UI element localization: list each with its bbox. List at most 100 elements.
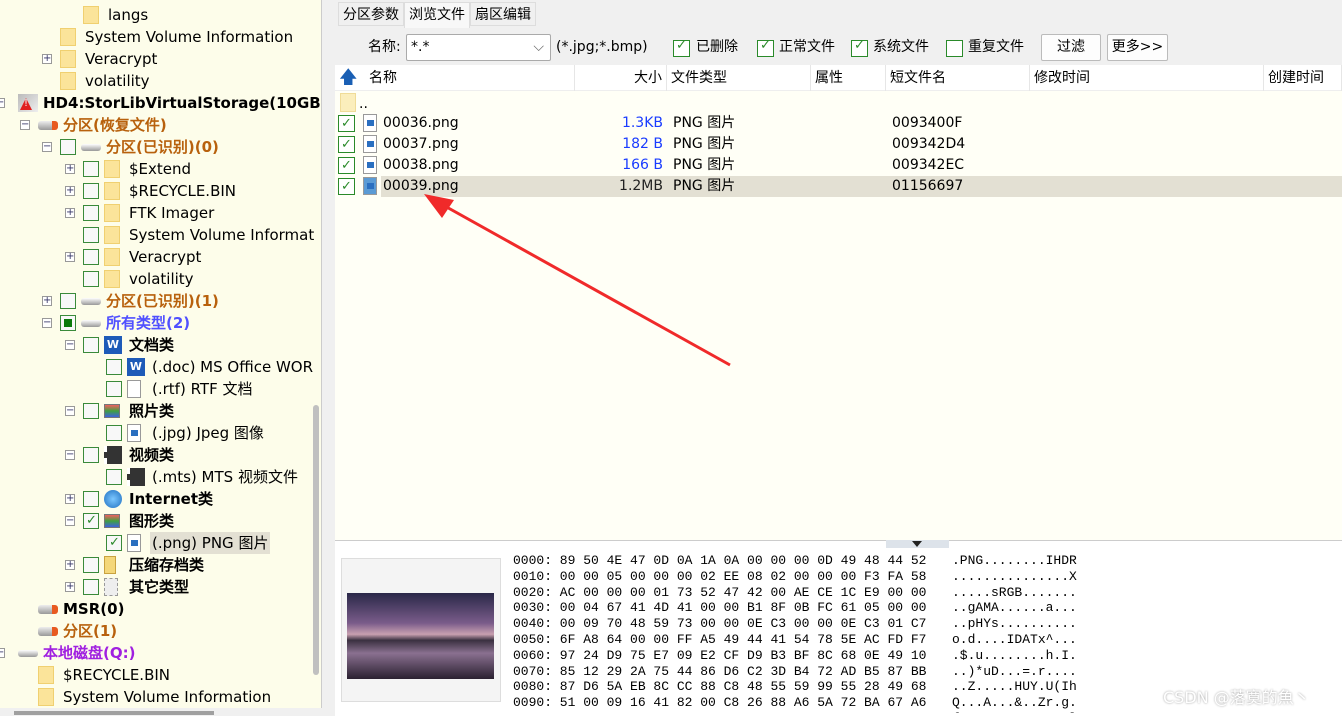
collapse-icon[interactable]: − bbox=[20, 120, 30, 130]
tree-item[interactable]: − W 文档类 bbox=[0, 334, 321, 356]
expand-icon[interactable]: + bbox=[42, 54, 52, 64]
file-row[interactable]: 00036.png 1.3KB PNG 图片 0093400F bbox=[335, 113, 1342, 134]
chevron-down-icon[interactable]: ⌵ bbox=[533, 35, 544, 60]
expand-icon[interactable]: + bbox=[65, 208, 75, 218]
tree-item[interactable]: langs bbox=[0, 4, 321, 26]
file-row[interactable]: 00037.png 182 B PNG 图片 009342D4 bbox=[335, 134, 1342, 155]
expand-icon[interactable]: + bbox=[65, 252, 75, 262]
name-filter-combobox[interactable]: *.* ⌵ bbox=[406, 34, 551, 61]
tree-checkbox[interactable] bbox=[83, 337, 99, 353]
normal-files-label[interactable]: 正常文件 bbox=[779, 34, 835, 60]
tree-item[interactable]: + $Extend bbox=[0, 158, 321, 180]
tree-item[interactable]: − 分区(恢复文件) bbox=[0, 114, 321, 136]
tree-checkbox[interactable] bbox=[106, 425, 122, 441]
tree-item[interactable]: − 本地磁盘(Q:) bbox=[0, 642, 321, 664]
directory-tree[interactable]: langs System Volume Information + Veracrypt… bbox=[0, 0, 322, 716]
file-row[interactable]: 00038.png 166 B PNG 图片 009342EC bbox=[335, 155, 1342, 176]
normal-files-checkbox[interactable] bbox=[757, 38, 774, 57]
expand-icon[interactable]: + bbox=[42, 296, 52, 306]
tree-item[interactable]: System Volume Information bbox=[0, 26, 321, 48]
file-checkbox[interactable] bbox=[338, 155, 355, 176]
tree-item[interactable]: − 图形类 bbox=[0, 510, 321, 532]
tree-item[interactable]: System Volume Informat bbox=[0, 224, 321, 246]
collapse-icon[interactable]: − bbox=[65, 406, 75, 416]
tree-item[interactable]: MSR(0) bbox=[0, 598, 321, 620]
collapse-icon[interactable]: − bbox=[0, 648, 5, 658]
collapse-icon[interactable]: − bbox=[0, 98, 5, 108]
tree-item[interactable]: − 视频类 bbox=[0, 444, 321, 466]
tree-item[interactable]: + Veracrypt bbox=[0, 246, 321, 268]
collapse-icon[interactable]: − bbox=[65, 340, 75, 350]
tree-item[interactable]: volatility bbox=[0, 70, 321, 92]
tree-checkbox[interactable] bbox=[83, 249, 99, 265]
expand-icon[interactable]: + bbox=[65, 164, 75, 174]
tab-browse-files[interactable]: 浏览文件 bbox=[404, 2, 470, 28]
column-size[interactable]: 大小 bbox=[575, 65, 667, 91]
collapse-icon[interactable]: − bbox=[42, 142, 52, 152]
tree-checkbox[interactable] bbox=[106, 532, 122, 554]
tree-checkbox[interactable] bbox=[83, 205, 99, 221]
tree-item[interactable]: (.jpg) Jpeg 图像 bbox=[0, 422, 321, 444]
pane-splitter[interactable] bbox=[886, 540, 949, 548]
tree-item[interactable]: 分区(1) bbox=[0, 620, 321, 642]
tree-item[interactable]: System Volume Information bbox=[0, 686, 321, 708]
deleted-label[interactable]: 已删除 bbox=[696, 34, 738, 60]
tree-item[interactable]: + Internet类 bbox=[0, 488, 321, 510]
tree-item[interactable]: + Veracrypt bbox=[0, 48, 321, 70]
tree-checkbox[interactable] bbox=[83, 579, 99, 595]
tree-item[interactable]: (.rtf) RTF 文档 bbox=[0, 378, 321, 400]
parent-folder-row[interactable]: .. bbox=[335, 92, 1342, 113]
more-button[interactable]: 更多>> bbox=[1107, 34, 1168, 61]
tree-horizontal-scrollbar-thumb[interactable] bbox=[14, 711, 214, 715]
column-modified[interactable]: 修改时间 bbox=[1030, 65, 1264, 91]
tree-checkbox[interactable] bbox=[83, 161, 99, 177]
tree-item[interactable]: (.mts) MTS 视频文件 bbox=[0, 466, 321, 488]
system-files-checkbox[interactable] bbox=[851, 38, 868, 57]
expand-icon[interactable]: + bbox=[65, 582, 75, 592]
tree-checkbox[interactable] bbox=[60, 315, 76, 331]
tree-checkbox[interactable] bbox=[83, 403, 99, 419]
tree-item[interactable]: + 压缩存档类 bbox=[0, 554, 321, 576]
expand-icon[interactable]: + bbox=[65, 560, 75, 570]
file-checkbox[interactable] bbox=[338, 113, 355, 134]
tree-checkbox[interactable] bbox=[83, 447, 99, 463]
tree-checkbox[interactable] bbox=[106, 469, 122, 485]
tree-item[interactable]: − 所有类型(2) bbox=[0, 312, 321, 334]
tree-item[interactable]: − HD4:StorLibVirtualStorage(10GB) bbox=[0, 92, 321, 114]
tree-checkbox[interactable] bbox=[83, 227, 99, 243]
collapse-icon[interactable]: − bbox=[65, 516, 75, 526]
tree-item[interactable]: $RECYCLE.BIN bbox=[0, 664, 321, 686]
tree-scrollbar[interactable] bbox=[322, 0, 333, 716]
tree-item[interactable]: + 分区(已识别)(1) bbox=[0, 290, 321, 312]
file-checkbox[interactable] bbox=[338, 176, 355, 197]
tree-checkbox[interactable] bbox=[83, 510, 99, 532]
expand-icon[interactable]: + bbox=[65, 494, 75, 504]
tree-checkbox[interactable] bbox=[60, 139, 76, 155]
column-attributes[interactable]: 属性 bbox=[811, 65, 886, 91]
tab-sector-edit[interactable]: 扇区编辑 bbox=[470, 2, 536, 26]
tree-item[interactable]: volatility bbox=[0, 268, 321, 290]
tree-item[interactable]: + FTK Imager bbox=[0, 202, 321, 224]
tree-checkbox[interactable] bbox=[83, 557, 99, 573]
system-files-label[interactable]: 系统文件 bbox=[873, 34, 929, 60]
collapse-icon[interactable]: − bbox=[42, 318, 52, 328]
tree-item[interactable]: W (.doc) MS Office WOR bbox=[0, 356, 321, 378]
tree-checkbox[interactable] bbox=[106, 359, 122, 375]
tree-item[interactable]: + $RECYCLE.BIN bbox=[0, 180, 321, 202]
up-folder-icon[interactable]: 🡅 bbox=[335, 65, 365, 91]
collapse-icon[interactable]: − bbox=[65, 450, 75, 460]
expand-icon[interactable]: + bbox=[65, 186, 75, 196]
column-type[interactable]: 文件类型 bbox=[667, 65, 811, 91]
column-name[interactable]: 名称 bbox=[365, 65, 575, 91]
duplicate-files-label[interactable]: 重复文件 bbox=[968, 34, 1024, 60]
file-checkbox[interactable] bbox=[338, 134, 355, 155]
deleted-checkbox[interactable] bbox=[673, 38, 690, 57]
tree-checkbox[interactable] bbox=[83, 491, 99, 507]
duplicate-files-checkbox[interactable] bbox=[946, 40, 963, 57]
tree-item[interactable]: + 其它类型 bbox=[0, 576, 321, 598]
tree-item[interactable]: − 照片类 bbox=[0, 400, 321, 422]
tree-checkbox[interactable] bbox=[83, 271, 99, 287]
tree-checkbox[interactable] bbox=[60, 293, 76, 309]
tree-item[interactable]: (.png) PNG 图片 bbox=[0, 532, 321, 554]
column-created[interactable]: 创建时间 bbox=[1264, 65, 1342, 91]
